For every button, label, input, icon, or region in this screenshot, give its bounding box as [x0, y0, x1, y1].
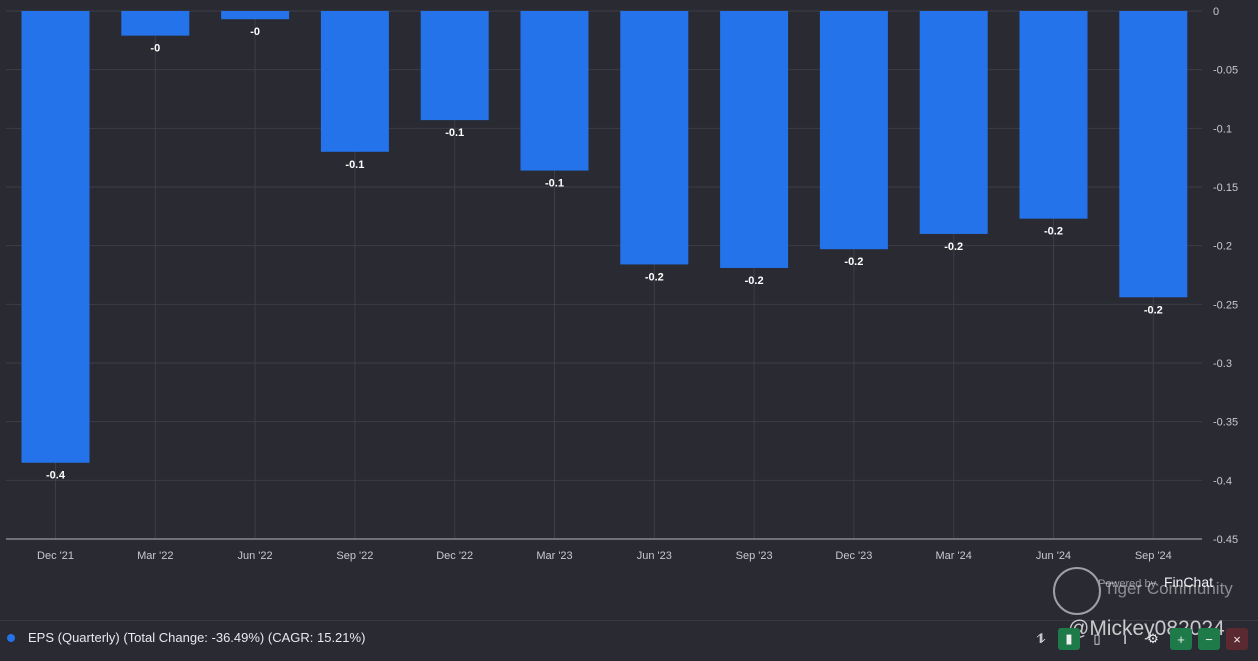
- y-tick-label: 0: [1213, 6, 1219, 18]
- x-tick-label: Mar '22: [137, 550, 173, 562]
- x-tick-label: Dec '22: [436, 550, 473, 562]
- data-label: -0.1: [445, 127, 464, 139]
- y-tick-label: -0.45: [1213, 534, 1238, 546]
- data-label: -0.2: [745, 275, 764, 287]
- bar: [420, 11, 489, 121]
- data-label: -0.1: [545, 178, 564, 190]
- eps-bar-chart: 0 -0.05 -0.1 -0.15 -0.2 -0.25 -0.3 -0.35 -0.4 -0.…: [6, 6, 1238, 562]
- trend-icon[interactable]: ⥮: [1030, 628, 1052, 650]
- x-tick-label: Jun '23: [637, 550, 672, 562]
- x-tick-label: Sep '24: [1135, 550, 1172, 562]
- data-label: -0.4: [46, 470, 66, 482]
- bar-chart-icon[interactable]: ▮: [1058, 628, 1080, 650]
- legend-series-label[interactable]: EPS (Quarterly) (Total Change: -36.49%) …: [28, 630, 365, 645]
- plus-icon[interactable]: +: [1170, 628, 1192, 650]
- y-tick-label: -0.1: [1213, 123, 1232, 135]
- x-tick-label: Sep '23: [736, 550, 773, 562]
- y-tick-label: -0.25: [1213, 299, 1238, 311]
- bar: [919, 11, 988, 234]
- data-label: -0: [250, 26, 260, 38]
- y-tick-label: -0.05: [1213, 65, 1238, 77]
- bar: [720, 11, 789, 268]
- y-tick-label: -0.3: [1213, 358, 1232, 370]
- data-label: -0: [150, 43, 160, 55]
- minus-icon[interactable]: −: [1198, 628, 1220, 650]
- bar: [320, 11, 389, 152]
- y-tick-label: -0.2: [1213, 241, 1232, 253]
- watermark-name: Tiger Community: [1104, 579, 1233, 598]
- bar: [21, 11, 90, 463]
- data-label: -0.2: [944, 241, 963, 253]
- data-label: -0.2: [1044, 226, 1063, 238]
- bar: [620, 11, 689, 265]
- x-tick-label: Dec '21: [37, 550, 74, 562]
- y-tick-label: -0.4: [1213, 475, 1232, 487]
- y-tick-label: -0.15: [1213, 182, 1238, 194]
- close-icon[interactable]: ×: [1226, 628, 1248, 650]
- chart-toolbar: ⥮ ▮ ▯ I ⚙ + − ×: [1030, 626, 1248, 652]
- bar: [520, 11, 589, 171]
- data-label: -0.2: [645, 271, 664, 283]
- data-label: -0.2: [844, 256, 863, 268]
- bar: [1019, 11, 1088, 219]
- x-tick-label: Mar '23: [536, 550, 572, 562]
- bar: [221, 11, 290, 20]
- bar-chart-alt-icon[interactable]: ▯: [1086, 628, 1108, 650]
- x-tick-label: Mar '24: [936, 550, 972, 562]
- bar: [819, 11, 888, 250]
- data-label: -0.1: [345, 159, 364, 171]
- x-tick-label: Dec '23: [835, 550, 872, 562]
- gear-icon[interactable]: ⚙: [1142, 628, 1164, 650]
- legend-series-dot[interactable]: [7, 634, 15, 642]
- x-tick-label: Jun '22: [238, 550, 273, 562]
- tiger-logo-watermark: [1053, 567, 1101, 615]
- text-icon[interactable]: I: [1114, 628, 1136, 650]
- bar: [1119, 11, 1188, 298]
- bar: [121, 11, 190, 36]
- y-tick-label: -0.35: [1213, 417, 1238, 429]
- x-tick-label: Sep '22: [336, 550, 373, 562]
- data-label: -0.2: [1144, 304, 1163, 316]
- x-tick-label: Jun '24: [1036, 550, 1071, 562]
